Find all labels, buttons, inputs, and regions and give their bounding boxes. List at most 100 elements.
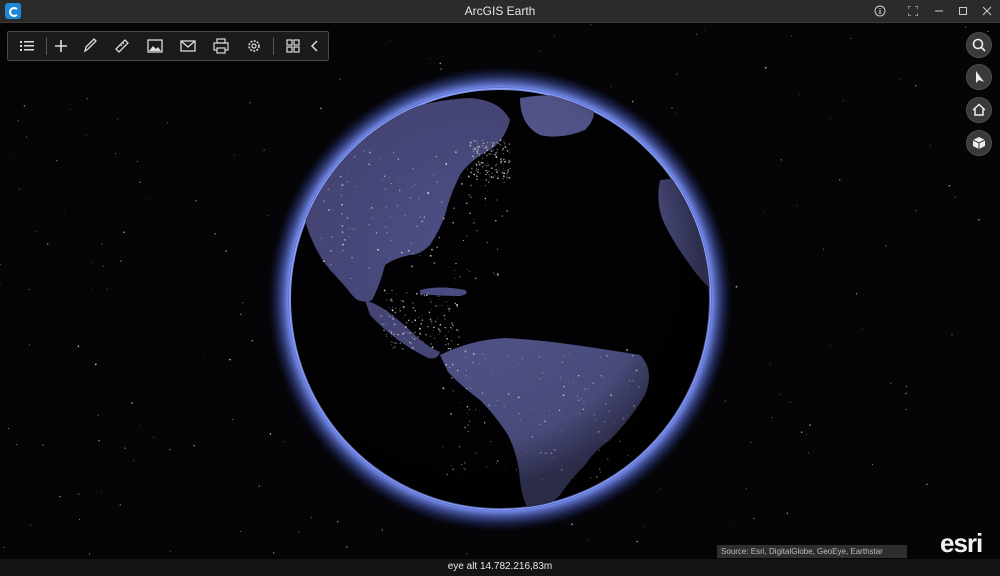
layers-button[interactable] [14,34,40,58]
search-button[interactable] [966,32,992,58]
star [840,73,842,74]
star [915,209,917,212]
star [948,184,951,187]
star [590,24,592,26]
star [89,211,90,213]
star [695,33,698,36]
search-icon [972,38,986,52]
star [310,516,313,519]
star [169,550,171,552]
star [890,382,892,384]
star [266,535,268,536]
star [25,136,27,138]
star [167,122,169,124]
star [229,358,231,361]
collapse-toolbar-button[interactable] [306,34,324,58]
maximize-icon [959,7,967,15]
star [899,78,901,80]
star [152,295,154,297]
star [234,509,236,511]
star [339,78,341,80]
add-button[interactable] [48,34,74,58]
star [905,392,907,395]
star [954,196,956,198]
close-button[interactable] [973,0,1000,22]
star [114,153,117,155]
measure-button[interactable] [109,34,135,58]
star [102,265,104,267]
status-bar: eye alt 14.782.216,83m [0,559,1000,576]
home-button[interactable] [966,97,992,123]
star [101,243,103,245]
star [389,39,391,41]
star [750,441,752,443]
star [658,62,660,64]
star [92,287,93,289]
fullscreen-icon [907,5,919,17]
draw-button[interactable] [77,34,103,58]
mail-button[interactable] [175,34,201,58]
star [790,95,791,97]
star [85,135,87,137]
close-icon [982,6,992,16]
star [926,483,928,485]
star [7,427,9,429]
star [17,120,19,122]
star [242,302,244,304]
star [195,200,197,202]
star [132,460,135,462]
print-button[interactable] [208,34,234,58]
star [269,433,272,435]
star [675,73,678,75]
star [671,107,673,109]
star [90,262,93,264]
minimize-icon [935,10,943,12]
star [320,107,322,110]
star [663,515,665,516]
star [242,111,243,113]
star [885,245,887,247]
star [193,444,195,447]
star [855,292,858,295]
star [263,149,265,151]
star [636,540,638,543]
star [659,488,661,490]
star [779,394,781,395]
star [119,260,122,262]
main-toolbar [7,31,329,61]
star [119,504,122,506]
grid-button[interactable] [280,34,306,58]
info-button[interactable] [866,0,894,22]
star [796,205,798,207]
star [799,94,801,96]
3d-view-button[interactable] [966,130,992,156]
star [769,363,771,364]
star [88,553,90,555]
star [745,488,748,490]
settings-button[interactable] [241,34,267,58]
star [539,50,541,52]
star [967,501,969,503]
star [70,109,71,110]
star [100,490,102,492]
navigate-button[interactable] [966,64,992,90]
star [631,100,634,103]
star [29,524,31,526]
star [203,355,205,356]
star [960,491,962,492]
image-button[interactable] [142,34,168,58]
star [247,153,249,154]
globe-scene-view[interactable] [0,23,1000,559]
star [905,408,907,411]
star [18,188,20,190]
star [619,75,620,77]
star [861,327,863,329]
star [882,409,883,411]
star [676,112,678,114]
settings-icon [248,40,260,52]
star [733,522,735,523]
star [77,493,80,495]
star [146,199,148,200]
star [763,210,765,212]
fullscreen-button[interactable] [899,0,927,22]
